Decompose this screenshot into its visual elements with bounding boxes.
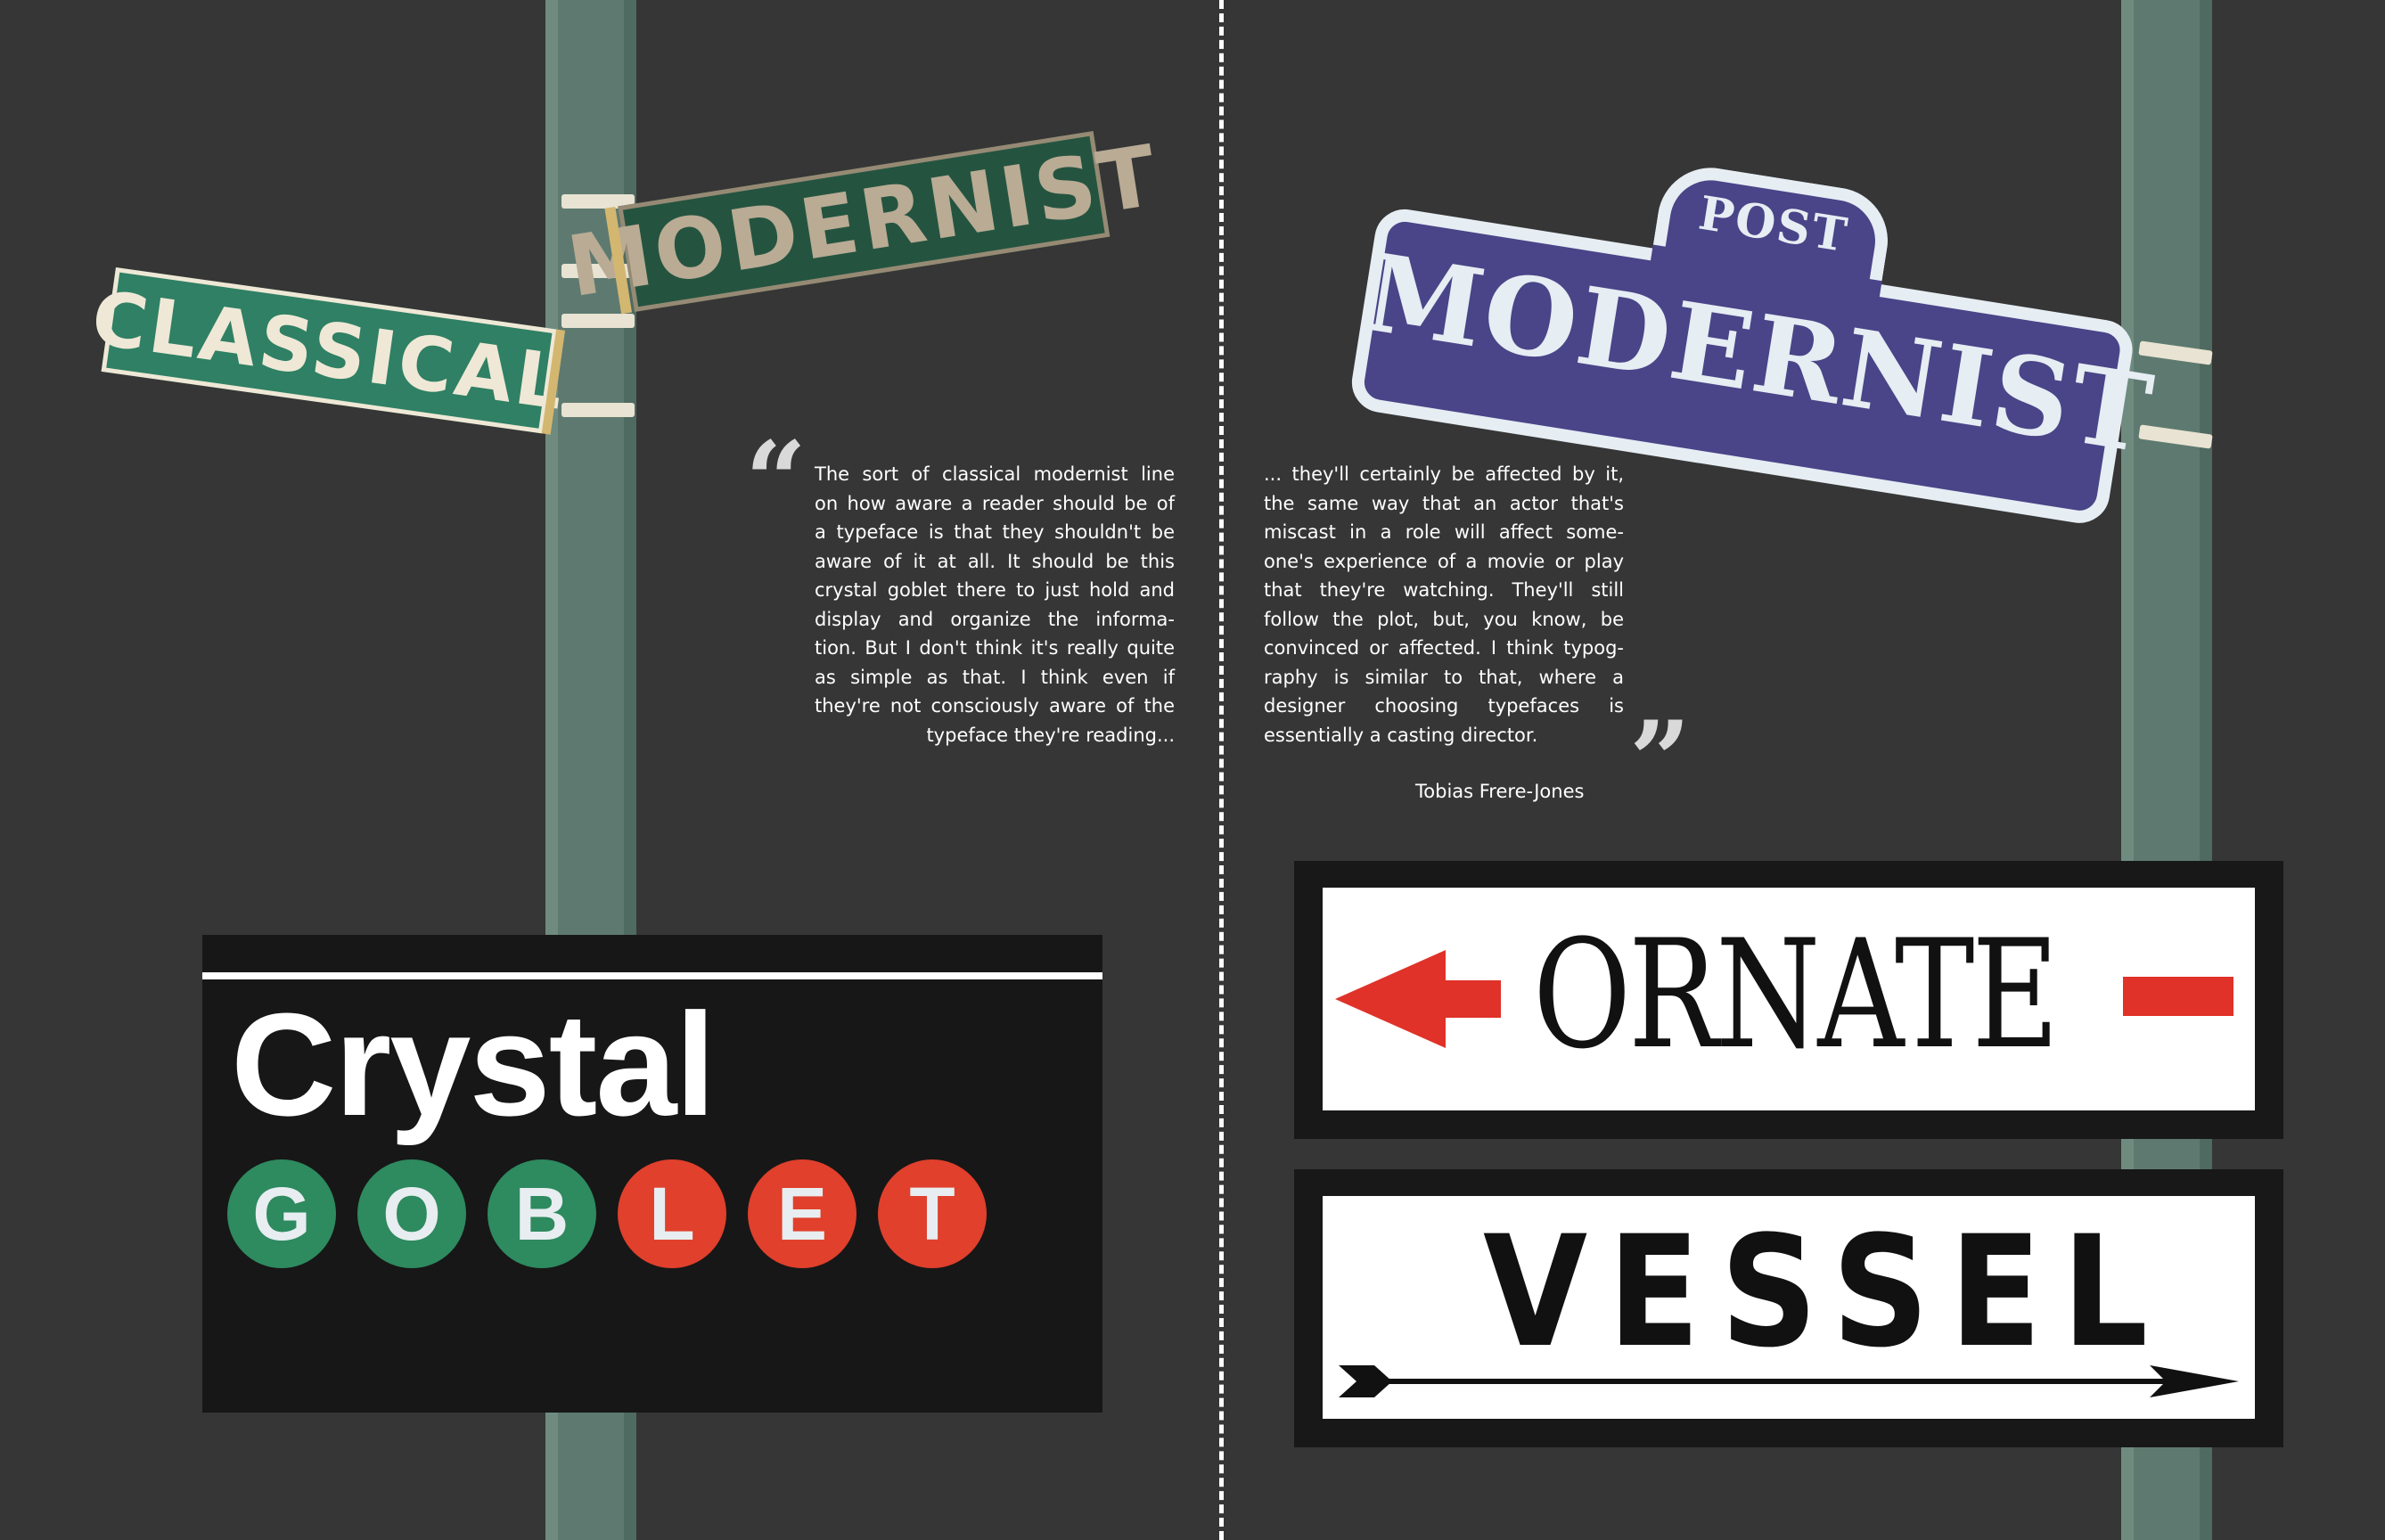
ornate-sign-face: ORNATE [1323, 888, 2255, 1110]
quote-line: miscast in a role will affect some- [1264, 521, 1624, 543]
page-divider [1219, 0, 1224, 1540]
sign-top-rule [202, 972, 1102, 979]
goblet-letter-circle: T [878, 1159, 987, 1268]
goblet-letter-circle: E [748, 1159, 856, 1268]
quote-line: aware of it at all. It should be this [815, 550, 1175, 572]
vessel-sign-face: VESSEL [1323, 1196, 2255, 1419]
crystal-goblet-sign: Crystal G O B L E T [202, 935, 1102, 1413]
goblet-letter-circle: O [357, 1159, 466, 1268]
quote-line: convinced or affected. I think typog- [1264, 637, 1624, 659]
left-arrow-icon [1335, 950, 1501, 1048]
red-bar [2123, 977, 2233, 1016]
quote-line: a typeface is that they shouldn't be [815, 521, 1175, 543]
goblet-letter-circle: B [488, 1159, 596, 1268]
quote-line: follow the plot, but, you know, be [1264, 608, 1624, 630]
quote-line: typeface they're reading... [926, 724, 1175, 746]
quote-line: tion. But I don't think it's really quit… [815, 637, 1175, 659]
right-arrow-icon [1339, 1365, 2239, 1397]
modernist-sign-label: MODERNIST [561, 127, 1167, 316]
quote-attribution: Tobias Frere-Jones [1415, 781, 1585, 802]
quote-line: designer choosing typefaces is [1264, 695, 1624, 717]
quote-line: one's experience of a movie or play [1264, 550, 1624, 572]
goblet-letter-circle: L [618, 1159, 726, 1268]
quote-line: essentially a casting director. [1264, 724, 1538, 746]
open-quote-mark: “ [745, 418, 807, 544]
quote-line: display and organize the informa- [815, 608, 1175, 630]
pole-bracket [561, 314, 635, 328]
pole-bracket [561, 403, 635, 417]
vessel-sign: VESSEL [1294, 1169, 2283, 1447]
crystal-label: Crystal [231, 983, 716, 1146]
quote-line: as simple as that. I think even if [815, 666, 1175, 688]
goblet-circles: G O B L E T [227, 1159, 987, 1268]
quote-line: ... they'll certainly be affected by it, [1264, 463, 1624, 485]
modernist-street-sign: MODERNIST [561, 127, 1166, 315]
goblet-letter-circle: G [227, 1159, 336, 1268]
classical-sign-label: CLASSICAL [86, 274, 572, 428]
quote-line: raphy is similar to that, where a [1264, 666, 1624, 688]
quote-line: on how aware a reader should be of [815, 492, 1175, 514]
close-quote-mark: ” [1629, 698, 1692, 823]
ornate-sign: ORNATE [1294, 861, 2283, 1139]
classical-street-sign: CLASSICAL [86, 267, 571, 434]
quote-line: that they're watching. They'll still [1264, 579, 1624, 601]
quote-line: they're not consciously aware of the [815, 695, 1175, 717]
quote-left-column: The sort of classical modernist line on … [815, 460, 1175, 750]
quote-right-column: ... they'll certainly be affected by it,… [1264, 460, 1624, 750]
quote-line: The sort of classical modernist line [815, 463, 1175, 485]
quote-line: the same way that an actor that's [1264, 492, 1624, 514]
ornate-label: ORNATE [1533, 907, 2059, 1082]
vessel-label: VESSEL [1483, 1202, 2168, 1381]
quote-line: crystal goblet there to just hold and [815, 579, 1175, 601]
